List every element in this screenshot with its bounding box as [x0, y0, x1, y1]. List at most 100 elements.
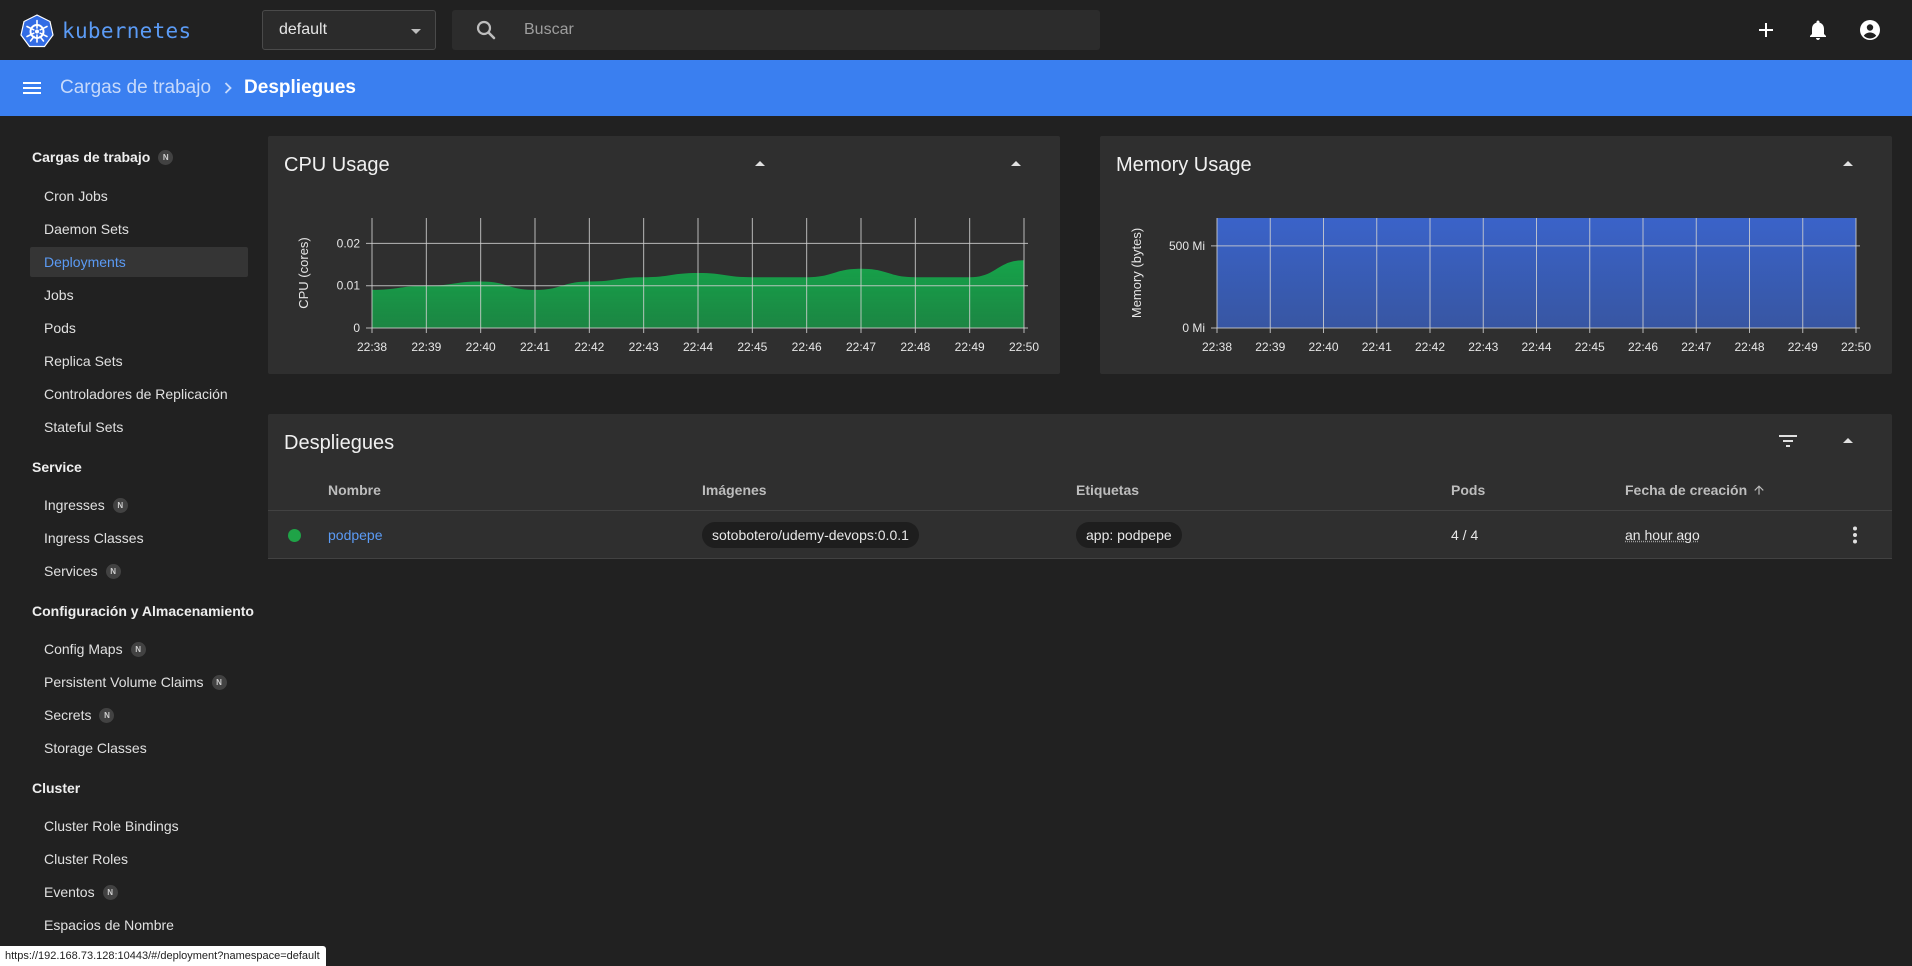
y-tick-label: 0 Mi	[1182, 321, 1205, 335]
x-tick-label: 22:40	[466, 340, 496, 354]
filter-icon[interactable]	[1776, 429, 1800, 453]
logo-text: kubernetes	[62, 19, 192, 43]
y-tick-label: 500 Mi	[1169, 239, 1205, 253]
sidebar-item-label: Deployments	[44, 254, 126, 270]
y-tick-label: 0.02	[337, 236, 361, 250]
sidebar-header-label: Configuración y Almacenamiento	[32, 603, 254, 619]
x-tick-label: 22:42	[574, 340, 604, 354]
sidebar-item-config-maps[interactable]: Config Maps N	[30, 634, 248, 664]
y-tick-label: 0.01	[337, 279, 361, 293]
kubernetes-logo[interactable]: kubernetes	[20, 14, 191, 48]
top-toolbar: kubernetes default	[0, 0, 1912, 60]
new-badge: N	[102, 884, 118, 900]
created-age: an hour ago	[1625, 527, 1700, 543]
sidebar-item-label: Pods	[44, 320, 76, 336]
table-divider	[268, 510, 1892, 511]
sidebar-item-cluster-roles[interactable]: Cluster Roles	[30, 844, 248, 874]
menu-icon[interactable]	[20, 76, 44, 100]
breadcrumb-parent-link[interactable]: Cargas de trabajo	[60, 77, 211, 99]
kubernetes-logo-icon	[20, 14, 54, 48]
collapse-deployments-card-icon[interactable]	[1836, 429, 1860, 453]
x-tick-label: 22:46	[792, 340, 822, 354]
sidebar-header-cluster[interactable]: Cluster	[32, 780, 80, 796]
x-tick-label: 22:39	[1255, 340, 1285, 354]
sidebar-item-label: Cluster Role Bindings	[44, 818, 179, 834]
sidebar-item-label: Jobs	[44, 287, 74, 303]
x-tick-label: 22:45	[737, 340, 767, 354]
account-circle-icon[interactable]	[1858, 18, 1882, 42]
cpu-usage-chart: 22:38 22:39 22:40 22:41 22:42 22:43 22:44 22:45…	[296, 218, 1039, 354]
column-header-name[interactable]: Nombre	[328, 482, 381, 498]
cpu-usage-card: CPU Usage 22:38 22:39 22:40 22:41 22:42 22:43…	[268, 136, 1060, 374]
sidebar-item-pods[interactable]: Pods	[30, 313, 248, 343]
y-axis-label: CPU (cores)	[296, 237, 311, 309]
caret-down-icon	[411, 29, 421, 34]
collapse-cpu-card-icon[interactable]	[1004, 152, 1028, 176]
sidebar-item-label: Replica Sets	[44, 353, 123, 369]
x-tick-label: 22:40	[1308, 340, 1338, 354]
new-badge: N	[158, 149, 174, 165]
x-tick-label: 22:48	[900, 340, 930, 354]
sidebar-item-ingress-classes[interactable]: Ingress Classes	[30, 523, 248, 553]
sidebar-item-label: Controladores de Replicación	[44, 386, 228, 402]
sidebar-item-label: Storage Classes	[44, 740, 147, 756]
sidebar-item-cron-jobs[interactable]: Cron Jobs	[30, 181, 248, 211]
deployment-name-link[interactable]: podpepe	[328, 527, 383, 543]
sidebar-item-stateful-sets[interactable]: Stateful Sets	[30, 412, 248, 442]
sidebar-item-deployments[interactable]: Deployments	[30, 247, 248, 277]
add-icon[interactable]	[1754, 18, 1778, 42]
column-header-created[interactable]: Fecha de creación	[1625, 482, 1766, 498]
x-tick-label: 22:39	[411, 340, 441, 354]
pods-count: 4 / 4	[1451, 527, 1479, 543]
y-axis-label: Memory (bytes)	[1129, 228, 1144, 318]
search-bar[interactable]	[452, 10, 1100, 50]
sidebar-item-secrets[interactable]: Secrets N	[30, 700, 248, 730]
sidebar-item-replica-sets[interactable]: Replica Sets	[30, 346, 248, 376]
sidebar-header-service[interactable]: Service	[32, 459, 82, 475]
sidebar-item-label: Cron Jobs	[44, 188, 108, 204]
x-tick-label: 22:38	[357, 340, 387, 354]
new-badge: N	[211, 674, 227, 690]
sidebar-header-config-storage[interactable]: Configuración y Almacenamiento	[32, 603, 254, 619]
image-chip: sotobotero/udemy-devops:0.0.1	[702, 522, 919, 548]
sidebar: Cargas de trabajo N Cron Jobs Daemon Set…	[0, 116, 256, 966]
namespace-select[interactable]: default	[262, 10, 436, 50]
sidebar-item-daemon-sets[interactable]: Daemon Sets	[30, 214, 248, 244]
x-tick-label: 22:42	[1415, 340, 1445, 354]
sidebar-item-storage-classes[interactable]: Storage Classes	[30, 733, 248, 763]
column-header-labels: Etiquetas	[1076, 482, 1140, 498]
sidebar-item-label: Services	[44, 563, 98, 579]
sidebar-item-replication-controllers[interactable]: Controladores de Replicación	[30, 379, 248, 409]
x-tick-label: 22:44	[1521, 340, 1551, 354]
collapse-memory-card-icon[interactable]	[1836, 152, 1860, 176]
table-divider	[268, 558, 1892, 559]
sidebar-item-events[interactable]: Eventos N	[30, 877, 248, 907]
status-running-icon	[288, 529, 301, 542]
sidebar-item-label: Stateful Sets	[44, 419, 124, 435]
new-badge: N	[130, 641, 146, 657]
x-tick-label: 22:47	[1681, 340, 1711, 354]
sidebar-item-services[interactable]: Services N	[30, 556, 248, 586]
x-tick-label: 22:43	[629, 340, 659, 354]
sidebar-item-jobs[interactable]: Jobs	[30, 280, 248, 310]
sidebar-item-ingresses[interactable]: Ingresses N	[30, 490, 248, 520]
x-tick-label: 22:47	[846, 340, 876, 354]
sidebar-item-cluster-role-bindings[interactable]: Cluster Role Bindings	[30, 811, 248, 841]
sort-arrow-up-icon	[1754, 485, 1764, 495]
sidebar-item-namespaces[interactable]: Espacios de Nombre	[30, 910, 248, 940]
chevron-right-icon	[224, 82, 232, 94]
x-tick-label: 22:41	[1362, 340, 1392, 354]
more-vert-icon[interactable]	[1843, 523, 1867, 547]
x-tick-label: 22:38	[1202, 340, 1232, 354]
column-header-images: Imágenes	[702, 482, 767, 498]
deployments-card-title: Despliegues	[284, 432, 395, 454]
x-tick-label: 22:50	[1841, 340, 1871, 354]
sidebar-header-workloads[interactable]: Cargas de trabajo N	[32, 149, 174, 165]
sidebar-item-persistent-volume-claims[interactable]: Persistent Volume Claims N	[30, 667, 248, 697]
notifications-bell-icon[interactable]	[1806, 18, 1830, 42]
search-icon	[476, 20, 496, 40]
search-input[interactable]	[524, 21, 1084, 39]
column-header-created-label: Fecha de creación	[1625, 482, 1748, 498]
breadcrumb-bar: Cargas de trabajo Despliegues	[0, 60, 1912, 116]
x-tick-label: 22:43	[1468, 340, 1498, 354]
